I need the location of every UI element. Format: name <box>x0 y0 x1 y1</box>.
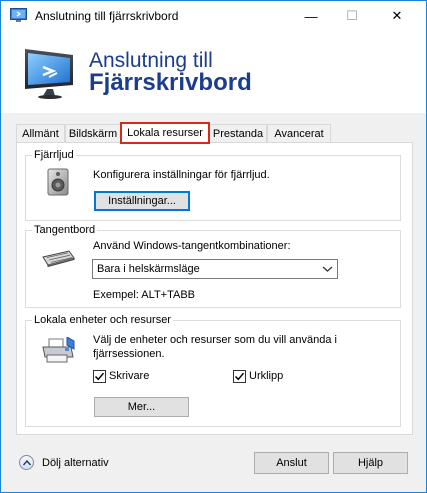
local-devices-description-line2: fjärrsessionen. <box>93 348 165 360</box>
hide-options-toggle[interactable] <box>19 455 34 470</box>
close-icon: ✕ <box>391 8 403 23</box>
connect-button[interactable]: Anslut <box>254 452 329 474</box>
keyboard-selected-option: Bara i helskärmsläge <box>97 263 200 275</box>
local-devices-description-line1: Välj de enheter och resurser som du vill… <box>93 334 337 346</box>
chevron-up-icon <box>23 459 31 466</box>
remote-desktop-monitor-icon <box>25 49 73 99</box>
keyboard-example: Exempel: ALT+TABB <box>93 289 195 301</box>
printers-label[interactable]: Skrivare <box>109 370 149 382</box>
title-bar[interactable]: Anslutning till fjärrskrivbord — ☐ ✕ <box>1 1 426 31</box>
tab-label: Lokala resurser <box>127 127 203 139</box>
clipboard-label[interactable]: Urklipp <box>249 370 283 382</box>
tab-label: Allmänt <box>22 128 59 140</box>
banner-title-line2: Fjärrskrivbord <box>89 69 252 96</box>
window-title: Anslutning till fjärrskrivbord <box>35 9 179 23</box>
checkmark-icon <box>94 372 105 381</box>
tab-advanced[interactable]: Avancerat <box>267 124 331 143</box>
remote-audio-description: Konfigurera inställningar för fjärrljud. <box>93 169 270 181</box>
tab-display[interactable]: Bildskärm <box>65 124 121 143</box>
chevron-down-icon <box>322 266 333 272</box>
remote-audio-group: Fjärrljud <box>25 149 401 221</box>
tab-label: Bildskärm <box>68 128 118 140</box>
keyboard-icon <box>42 250 75 267</box>
local-devices-legend: Lokala enheter och resurser <box>34 314 171 326</box>
minimize-button[interactable]: — <box>288 1 334 31</box>
keyboard-legend: Tangentbord <box>34 224 96 236</box>
maximize-icon: ☐ <box>346 8 358 23</box>
minimize-icon: — <box>304 8 318 24</box>
printers-checkbox[interactable] <box>93 370 106 383</box>
local-devices-group: Lokala enheter och resurser <box>25 314 401 427</box>
speaker-icon <box>47 168 69 196</box>
rdp-connection-window: Anslutning till fjärrskrivbord — ☐ ✕ Ans… <box>0 0 427 493</box>
hide-options-link[interactable]: Dölj alternativ <box>42 457 109 469</box>
tab-general[interactable]: Allmänt <box>16 124 65 143</box>
tab-experience[interactable]: Prestanda <box>209 124 267 143</box>
more-devices-button[interactable]: Mer... <box>94 397 189 417</box>
banner: Anslutning till Fjärrskrivbord <box>1 31 426 113</box>
checkmark-icon <box>234 372 245 381</box>
audio-settings-button[interactable]: Inställningar... <box>94 191 190 211</box>
printer-devices-icon <box>42 337 75 363</box>
maximize-button[interactable]: ☐ <box>329 1 375 31</box>
remote-desktop-app-icon <box>10 8 27 22</box>
keyboard-description: Använd Windows-tangentkombinationer: <box>93 240 291 252</box>
close-button[interactable]: ✕ <box>374 1 420 31</box>
remote-audio-legend: Fjärrljud <box>34 149 74 161</box>
tab-label: Avancerat <box>274 128 324 140</box>
clipboard-checkbox[interactable] <box>233 370 246 383</box>
tab-local-resources[interactable]: Lokala resurser <box>120 122 210 144</box>
tab-label: Prestanda <box>212 128 264 140</box>
keyboard-combination-select[interactable]: Bara i helskärmsläge <box>92 259 338 279</box>
help-button[interactable]: Hjälp <box>333 452 408 474</box>
